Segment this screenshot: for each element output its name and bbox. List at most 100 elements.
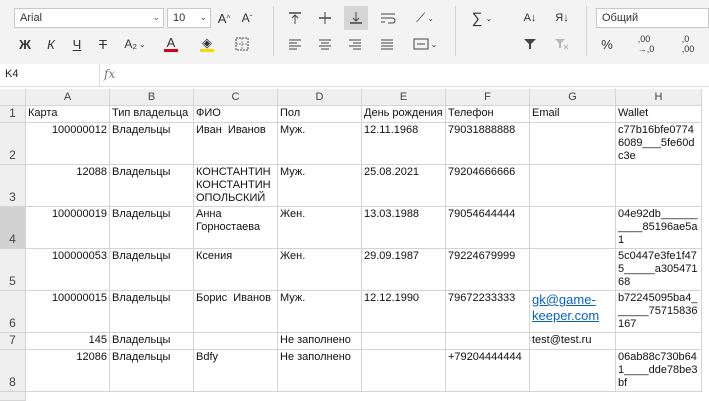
table-cell[interactable]: Телефон: [446, 106, 530, 123]
table-cell[interactable]: Bdfy: [194, 350, 278, 392]
decrease-font-icon[interactable]: Aˇ: [237, 8, 257, 28]
table-cell[interactable]: 100000019: [26, 207, 110, 249]
row-header[interactable]: 1: [0, 106, 26, 123]
table-cell[interactable]: 12.12.1990: [362, 291, 446, 333]
column-header-g[interactable]: G: [530, 89, 616, 106]
email-link[interactable]: gk@game-keeper.com: [532, 292, 599, 323]
align-left-icon[interactable]: [284, 34, 306, 54]
autosum-button[interactable]: ∑ ⌄: [465, 8, 499, 28]
table-cell[interactable]: Ксения: [194, 249, 278, 291]
table-cell[interactable]: 12.11.1968: [362, 123, 446, 165]
align-middle-icon[interactable]: [314, 8, 336, 28]
table-cell[interactable]: [530, 350, 616, 392]
sort-ascending-icon[interactable]: A↓: [518, 8, 542, 28]
row-header-selected[interactable]: 4: [0, 207, 26, 249]
font-size-select[interactable]: 10 ⌄: [167, 8, 211, 28]
table-cell[interactable]: 79224679999: [446, 249, 530, 291]
row-header[interactable]: 6: [0, 291, 26, 333]
align-top-icon[interactable]: [284, 8, 306, 28]
table-cell[interactable]: Муж.: [278, 165, 362, 207]
filter-icon[interactable]: [518, 34, 542, 54]
justify-icon[interactable]: [376, 34, 398, 54]
column-header-c[interactable]: C: [194, 89, 278, 106]
table-cell[interactable]: Владельцы: [110, 291, 194, 333]
table-cell[interactable]: c77b16bfe07746089___5fe60dc3e: [616, 123, 702, 165]
table-cell[interactable]: Иван Иванов: [194, 123, 278, 165]
table-cell[interactable]: [530, 165, 616, 207]
table-cell[interactable]: 04e92db__________85196ae5a1: [616, 207, 702, 249]
table-cell[interactable]: [446, 333, 530, 350]
table-cell[interactable]: 12086: [26, 350, 110, 392]
formula-input[interactable]: [124, 64, 709, 86]
merge-cells-icon[interactable]: ⌄: [410, 34, 440, 54]
align-center-icon[interactable]: [314, 34, 336, 54]
underline-button[interactable]: Ч: [66, 34, 88, 54]
table-cell[interactable]: День рождения: [362, 106, 446, 123]
table-cell[interactable]: 13.03.1988: [362, 207, 446, 249]
table-cell[interactable]: b72245095ba4______75715836167: [616, 291, 702, 333]
table-cell[interactable]: Wallet: [616, 106, 702, 123]
wrap-text-icon[interactable]: [376, 8, 400, 28]
select-all-corner[interactable]: [0, 89, 26, 106]
table-cell[interactable]: 29.09.1987: [362, 249, 446, 291]
table-cell[interactable]: 145: [26, 333, 110, 350]
column-header-a[interactable]: A: [26, 89, 110, 106]
table-cell[interactable]: +79204444444: [446, 350, 530, 392]
table-cell[interactable]: 5c0447e3fe1f475_____a30547168: [616, 249, 702, 291]
fx-icon[interactable]: fx: [104, 67, 115, 81]
italic-button[interactable]: К: [40, 34, 62, 54]
table-cell[interactable]: [362, 350, 446, 392]
table-cell[interactable]: 79031888888: [446, 123, 530, 165]
subscript-button[interactable]: A₂ ⌄: [120, 34, 150, 54]
increase-decimal-icon[interactable]: ,00 →,0: [628, 34, 664, 54]
table-cell[interactable]: [616, 333, 702, 350]
name-box[interactable]: K4: [0, 64, 100, 86]
bold-button[interactable]: Ж: [14, 34, 36, 54]
font-color-button[interactable]: A: [156, 34, 186, 54]
row-header[interactable]: 5: [0, 249, 26, 291]
table-cell[interactable]: [362, 333, 446, 350]
borders-icon[interactable]: [230, 34, 254, 54]
strikethrough-button[interactable]: Т: [92, 34, 114, 54]
table-cell[interactable]: [530, 249, 616, 291]
table-cell[interactable]: 100000053: [26, 249, 110, 291]
increase-font-icon[interactable]: A ^: [214, 8, 234, 28]
table-cell[interactable]: 12088: [26, 165, 110, 207]
table-cell[interactable]: Карта: [26, 106, 110, 123]
table-cell[interactable]: 06ab88c730b641____dde78be3bf: [616, 350, 702, 392]
table-cell[interactable]: Владельцы: [110, 350, 194, 392]
table-cell[interactable]: [530, 207, 616, 249]
row-header[interactable]: 8: [0, 350, 26, 392]
table-cell[interactable]: test@test.ru: [530, 333, 616, 350]
table-cell[interactable]: Владельцы: [110, 249, 194, 291]
table-cell[interactable]: Муж.: [278, 123, 362, 165]
table-cell[interactable]: Пол: [278, 106, 362, 123]
table-cell[interactable]: 100000015: [26, 291, 110, 333]
table-cell[interactable]: 79054644444: [446, 207, 530, 249]
column-header-b[interactable]: B: [110, 89, 194, 106]
column-header-e[interactable]: E: [362, 89, 446, 106]
fill-color-button[interactable]: ◈: [192, 34, 222, 54]
table-cell[interactable]: Муж.: [278, 291, 362, 333]
table-cell[interactable]: Email: [530, 106, 616, 123]
table-cell[interactable]: [194, 333, 278, 350]
table-cell[interactable]: Анна Горностаева: [194, 207, 278, 249]
table-cell[interactable]: gk@game-keeper.com: [530, 291, 616, 333]
font-name-select[interactable]: Arial ⌄: [14, 8, 164, 28]
table-cell[interactable]: 79204666666: [446, 165, 530, 207]
number-format-select[interactable]: Общий: [596, 8, 709, 28]
percent-button[interactable]: %: [596, 34, 618, 54]
table-cell[interactable]: КОНСТАНТИН КОНСТАНТИН ОПОЛЬСКИЙ: [194, 165, 278, 207]
sort-descending-icon[interactable]: Я↓: [550, 8, 574, 28]
table-cell[interactable]: Тип владельца: [110, 106, 194, 123]
column-header-f[interactable]: F: [446, 89, 530, 106]
row-header[interactable]: 7: [0, 333, 26, 350]
column-header-h[interactable]: H: [616, 89, 702, 106]
table-cell[interactable]: ФИО: [194, 106, 278, 123]
table-cell[interactable]: Владельцы: [110, 165, 194, 207]
table-cell[interactable]: Не заполнено: [278, 333, 362, 350]
table-cell[interactable]: Владельцы: [110, 207, 194, 249]
column-header-d[interactable]: D: [278, 89, 362, 106]
table-cell[interactable]: Владельцы: [110, 123, 194, 165]
text-orientation-icon[interactable]: ⟋ ⌄: [410, 8, 440, 28]
